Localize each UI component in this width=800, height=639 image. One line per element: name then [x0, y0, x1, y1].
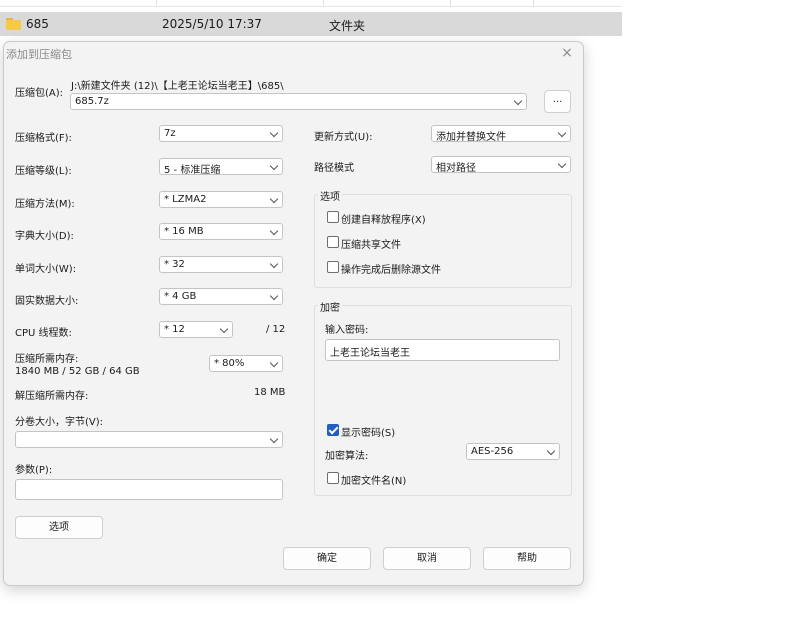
close-icon[interactable]: ×	[560, 46, 574, 60]
dict-value: * 16 MB	[164, 226, 204, 237]
options-button[interactable]: 选项	[15, 516, 103, 539]
volume-select[interactable]	[15, 431, 283, 448]
update-select[interactable]: 添加并替换文件	[431, 125, 571, 143]
column-separator[interactable]	[533, 0, 534, 6]
shared-label: 压缩共享文件	[341, 240, 401, 251]
word-label: 单词大小(W):	[15, 264, 77, 275]
chevron-down-icon	[269, 194, 279, 204]
path-mode-value: 相对路径	[436, 163, 476, 174]
params-label: 参数(P):	[15, 465, 53, 476]
mem-percent-value: * 80%	[214, 358, 245, 369]
method-value: * LZMA2	[164, 194, 207, 205]
column-separator[interactable]	[323, 0, 324, 6]
file-type: 文件夹	[329, 19, 366, 33]
update-label: 更新方式(U):	[314, 132, 373, 143]
cancel-button[interactable]: 取消	[383, 547, 471, 570]
encryption-group-title: 加密	[318, 299, 342, 314]
sfx-checkbox[interactable]	[327, 211, 339, 223]
archive-path: J:\新建文件夹 (12)\【上老王论坛当老王】\685\	[71, 81, 284, 92]
delete-source-checkbox[interactable]	[327, 261, 339, 273]
solid-label: 固实数据大小:	[15, 296, 79, 307]
word-select[interactable]: * 32	[159, 256, 283, 273]
archive-name-value: 685.7z	[75, 96, 109, 107]
mem-percent-select[interactable]: * 80%	[209, 355, 283, 372]
solid-select[interactable]: * 4 GB	[159, 288, 283, 305]
show-password-checkbox[interactable]	[327, 424, 339, 436]
password-input[interactable]: 上老王论坛当老王	[325, 339, 560, 361]
shared-checkbox[interactable]	[327, 236, 339, 248]
solid-value: * 4 GB	[164, 291, 197, 302]
level-label: 压缩等级(L):	[15, 166, 72, 177]
chevron-down-icon	[557, 128, 567, 138]
chevron-down-icon	[219, 324, 229, 334]
column-separator[interactable]	[156, 0, 157, 6]
level-select[interactable]: 5 - 标准压缩	[159, 158, 283, 176]
method-select[interactable]: * LZMA2	[159, 191, 283, 208]
format-label: 压缩格式(F):	[15, 133, 72, 144]
threads-value: * 12	[164, 324, 185, 335]
word-value: * 32	[164, 259, 185, 270]
params-input[interactable]	[15, 479, 283, 500]
format-value: 7z	[164, 128, 176, 139]
chevron-down-icon	[269, 161, 279, 171]
mem-compress-detail: 1840 MB / 52 GB / 64 GB	[15, 366, 140, 377]
chevron-down-icon	[269, 128, 279, 138]
folder-icon	[6, 18, 21, 30]
file-row-selected[interactable]: 685 2025/5/10 17:37 文件夹	[0, 12, 622, 36]
chevron-down-icon	[269, 434, 279, 444]
password-label: 输入密码:	[325, 325, 369, 336]
encrypt-names-checkbox[interactable]	[327, 472, 339, 484]
path-mode-select[interactable]: 相对路径	[431, 156, 571, 174]
chevron-down-icon	[269, 226, 279, 236]
chevron-down-icon	[557, 159, 567, 169]
file-name: 685	[26, 17, 49, 31]
archive-name-combo[interactable]: 685.7z	[70, 93, 527, 110]
chevron-down-icon	[269, 291, 279, 301]
chevron-down-icon	[546, 446, 556, 456]
chevron-down-icon	[269, 259, 279, 269]
archive-label: 压缩包(A):	[15, 88, 64, 99]
chevron-down-icon	[269, 358, 279, 368]
threads-label: CPU 线程数:	[15, 328, 72, 339]
path-mode-label: 路径模式	[314, 163, 354, 174]
threads-total: / 12	[266, 324, 286, 335]
encryption-method-select[interactable]: AES-256	[466, 443, 560, 460]
threads-select[interactable]: * 12	[159, 321, 233, 338]
column-separator[interactable]	[450, 0, 451, 6]
browse-button[interactable]: ...	[544, 90, 571, 113]
encrypt-names-label: 加密文件名(N)	[341, 476, 407, 487]
dialog-title: 添加到压缩包	[6, 48, 72, 61]
dict-label: 字典大小(D):	[15, 231, 74, 242]
update-value: 添加并替换文件	[436, 132, 506, 143]
explorer-column-header	[0, 0, 622, 7]
volume-label: 分卷大小，字节(V):	[15, 417, 104, 428]
encryption-method-value: AES-256	[471, 446, 514, 457]
options-group-title: 选项	[318, 188, 342, 203]
level-value: 5 - 标准压缩	[164, 165, 221, 176]
password-value: 上老王论坛当老王	[330, 348, 410, 359]
mem-decompress-value: 18 MB	[254, 387, 286, 398]
mem-decompress-label: 解压缩所需内存:	[15, 391, 89, 402]
mem-compress-label: 压缩所需内存:	[15, 354, 79, 365]
add-to-archive-dialog: 添加到压缩包 × 压缩包(A): J:\新建文件夹 (12)\【上老王论坛当老王…	[3, 41, 584, 586]
delete-source-label: 操作完成后删除源文件	[341, 265, 441, 276]
show-password-label: 显示密码(S)	[341, 428, 396, 439]
file-modified: 2025/5/10 17:37	[162, 17, 262, 31]
encryption-method-label: 加密算法:	[325, 451, 369, 462]
ok-button[interactable]: 确定	[283, 547, 371, 570]
method-label: 压缩方法(M):	[15, 199, 75, 210]
chevron-down-icon	[513, 96, 523, 106]
help-button[interactable]: 帮助	[483, 547, 571, 570]
format-select[interactable]: 7z	[159, 125, 283, 142]
sfx-label: 创建自释放程序(X)	[341, 215, 426, 226]
dict-select[interactable]: * 16 MB	[159, 223, 283, 240]
